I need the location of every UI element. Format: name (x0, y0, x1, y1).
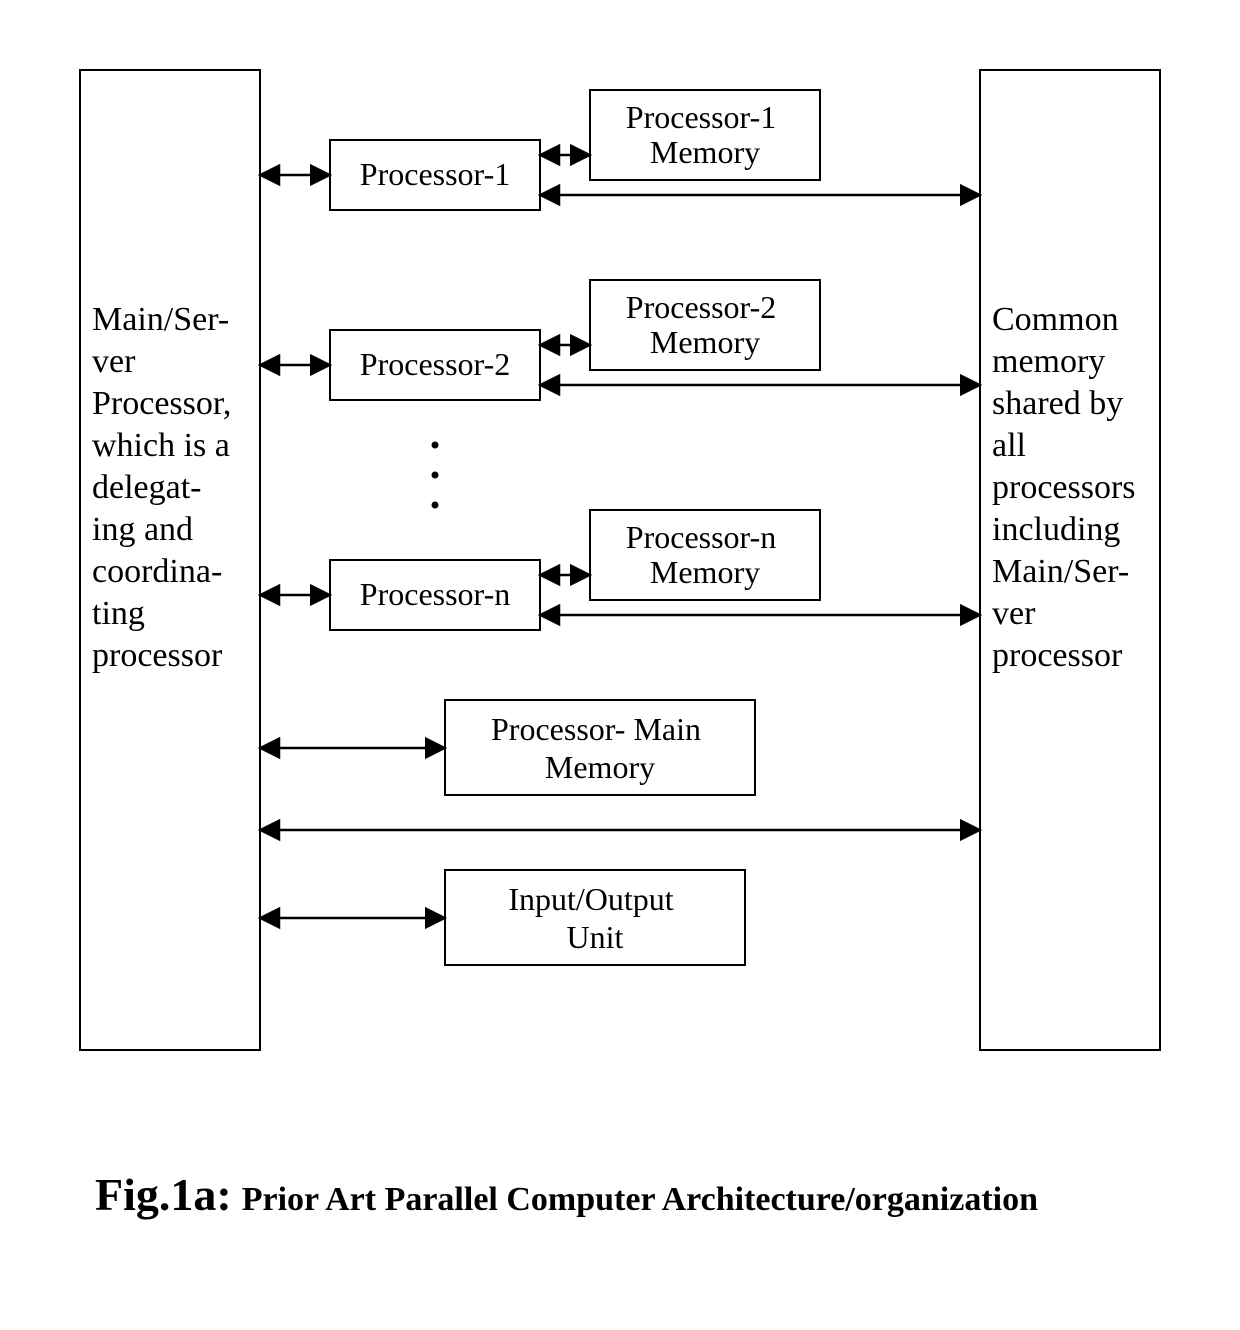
figure-caption: Fig.1a: Prior Art Parallel Computer Arch… (95, 1169, 1038, 1220)
ellipsis-dot (432, 472, 439, 479)
ellipsis-dot (432, 502, 439, 509)
processor-n-label: Processor-n (360, 576, 510, 612)
ellipsis-dot (432, 442, 439, 449)
processor-2-label: Processor-2 (360, 346, 510, 382)
processor-1-label: Processor-1 (360, 156, 510, 192)
diagram-svg: Main/Ser- ver Processor, which is a dele… (0, 0, 1240, 1330)
